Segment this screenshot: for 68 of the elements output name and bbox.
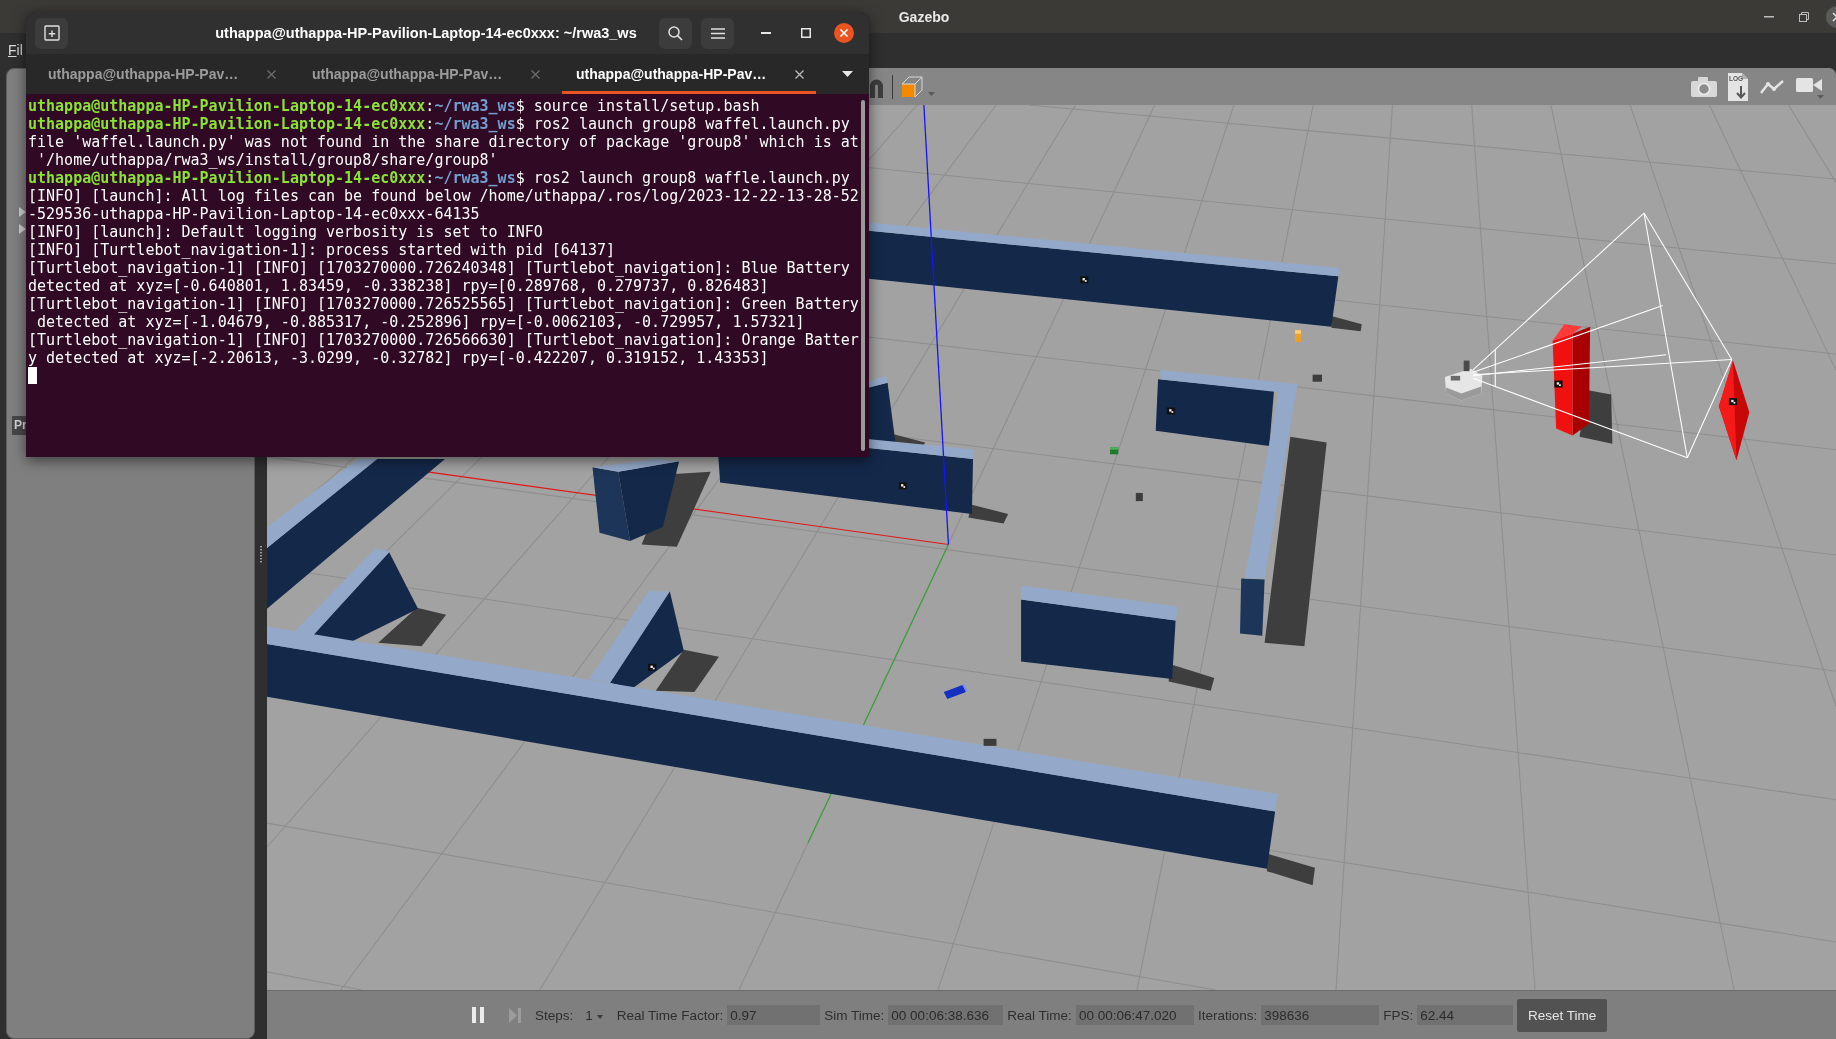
readout-label: Real Time: (1007, 1007, 1072, 1023)
close-icon[interactable] (834, 23, 854, 43)
battery (943, 683, 968, 699)
battery (1295, 330, 1301, 342)
menu-item[interactable]: Fil (8, 41, 23, 58)
marker-icon (1554, 380, 1563, 388)
restore-icon[interactable] (1799, 11, 1809, 22)
minimize-icon[interactable] (1764, 15, 1774, 18)
new-tab-button[interactable] (35, 17, 68, 49)
cube (1135, 492, 1143, 502)
readout-field: 0.97 (727, 1005, 821, 1025)
menu-icon (710, 27, 725, 39)
terminal-line: [INFO] [launch]: All log files can be found below /home/uthappa/.ros/log/2023-12-22-13-28-52 (28, 187, 860, 205)
caret-icon[interactable] (928, 91, 935, 96)
terminal-line: [INFO] [Turtlebot_navigation-1]: process started with pid [64137] (28, 241, 616, 259)
close-icon[interactable] (1826, 5, 1836, 28)
terminal-line: [Turtlebot_navigation-1] [INFO] [1703270000.726240348] [Turtlebot_navigation]: Blue Battery (28, 259, 851, 277)
caret-icon (596, 1015, 603, 1019)
terminal-line: uthappa@uthappa-HP-Pavilion-Laptop-14-ec0xxx:~/rwa3_ws$ ros2 launch group8 waffle.launch.py (28, 169, 851, 187)
terminal-line: file 'waffel.launch.py' was not found in the share directory of package 'group8' which is at (28, 133, 860, 151)
battery (1110, 447, 1119, 455)
readout-label: Real Time Factor: (616, 1007, 724, 1023)
terminal-line: uthappa@uthappa-HP-Pavilion-Laptop-14-ec0xxx:~/rwa3_ws$ source install/setup.bash (28, 97, 761, 115)
marker-icon (1166, 407, 1176, 415)
terminal-line: y detected at xyz=[-2.20613, -3.0299, -0.32782] rpy=[-0.422207, 0.319152, 1.43353] (28, 349, 770, 367)
search-button[interactable] (659, 17, 692, 49)
terminal-line: detected at xyz=[-0.640801, 1.83459, -0.338238] rpy=[0.289768, 0.279737, 0.826483] (28, 277, 770, 295)
terminal-line: detected at xyz=[-1.04679, -0.885317, -0.252896] rpy=[-0.0062103, -0.729957, 1.57321] (36, 313, 806, 331)
readout-field: 398636 (1261, 1005, 1380, 1025)
chart-icon[interactable] (1759, 78, 1785, 95)
search-icon (668, 25, 683, 41)
readout-label: FPS: (1383, 1007, 1414, 1023)
window-title: uthappa@uthappa-HP-Pavilion-Laptop-14-ec0xxx: ~/rwa3_ws (214, 25, 638, 41)
panel-tab[interactable]: Pr (12, 416, 27, 435)
maximize-icon[interactable] (801, 28, 811, 38)
terminal-tab[interactable]: uthappa@uthappa-HP-Pav… (298, 54, 552, 94)
terminal-tab[interactable]: uthappa@uthappa-HP-Pav… (562, 54, 816, 94)
marker-icon (648, 663, 657, 671)
terminal-tab[interactable]: uthappa@uthappa-HP-Pav… (34, 54, 288, 94)
steps-label: Steps: (535, 1007, 574, 1023)
terminal-line: -529536-uthappa-HP-Pavilion-Laptop-14-ec0xxx-64135 (28, 205, 481, 223)
reset-time-button[interactable]: Reset Time (1517, 998, 1608, 1032)
cube (1312, 374, 1322, 382)
readout-field: 00 00:06:38.636 (888, 1005, 1004, 1025)
dropdown-icon[interactable] (842, 71, 853, 77)
scrollbar[interactable] (861, 100, 865, 451)
marker-icon (1080, 276, 1089, 284)
readout-label: Iterations: (1197, 1007, 1258, 1023)
terminal-line: '/home/uthappa/rwa3_ws/install/group8/share/group8' (36, 151, 499, 169)
steps-spinbox[interactable]: 1 (585, 1007, 603, 1023)
terminal-line: [Turtlebot_navigation-1] [INFO] [1703270000.726566630] [Turtlebot_navigation]: Orange Batter (28, 331, 860, 349)
terminal-line: [Turtlebot_navigation-1] [INFO] [1703270000.726525565] [Turtlebot_navigation]: Green Battery (28, 295, 860, 313)
menu-button[interactable] (701, 17, 734, 49)
cursor-icon (28, 367, 37, 384)
terminal-line: [INFO] [launch]: Default logging verbosity is set to INFO (28, 223, 544, 241)
close-icon[interactable] (795, 69, 804, 79)
marker-icon (898, 482, 907, 490)
camera-icon[interactable] (1691, 76, 1717, 97)
terminal-line: uthappa@uthappa-HP-Pavilion-Laptop-14-ec0xxx:~/rwa3_ws$ ros2 launch group8 waffel.launch.py (28, 115, 851, 133)
new-tab-icon (43, 25, 60, 41)
readout-field: 00 00:06:47.020 (1075, 1005, 1194, 1025)
pause-icon[interactable] (472, 1007, 484, 1023)
window-title: Gazebo (897, 8, 950, 25)
marker-icon (1728, 398, 1738, 406)
readout-field: 62.44 (1417, 1005, 1514, 1025)
readout-label: Sim Time: (824, 1007, 885, 1023)
cube (983, 738, 997, 746)
robot (1444, 360, 1483, 401)
